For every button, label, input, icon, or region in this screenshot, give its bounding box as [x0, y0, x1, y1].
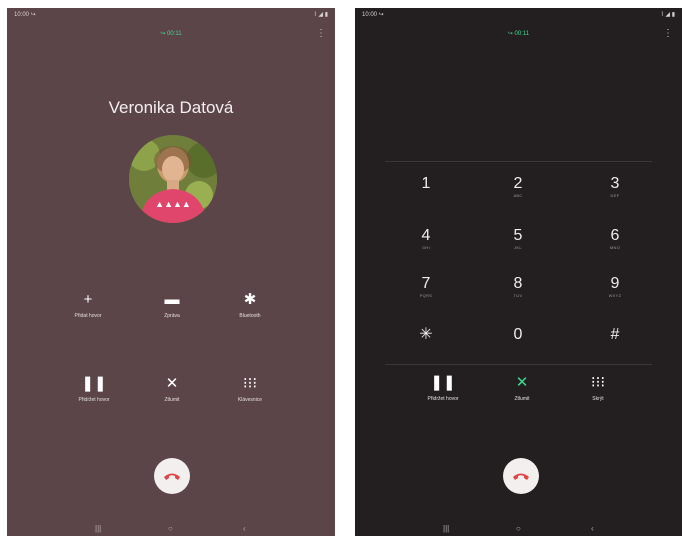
plus-icon: + [83, 291, 93, 308]
hide-keypad-button[interactable]: ⁝⁝⁝ Skrýt [563, 374, 633, 403]
hold-call-label: Přidržet hovor [427, 396, 459, 402]
keypad-top-divider [385, 161, 652, 162]
key-star[interactable]: ✳ [396, 326, 456, 350]
hold-call-label: Přidržet hovor [78, 397, 110, 403]
key-1[interactable]: 1 [396, 175, 456, 199]
in-call-screen: 10:00 ↪ ⌇ ◢ ▮ ↪ 00:11 ⋮ Veronika Datová … [7, 8, 335, 536]
key-8[interactable]: 8 TUV [488, 275, 548, 299]
keypad-icon: ⁝⁝⁝ [242, 375, 258, 392]
home-icon[interactable]: ○ [516, 524, 521, 533]
key-3[interactable]: 3 DEF [585, 175, 645, 199]
recents-icon[interactable]: ||| [95, 524, 101, 533]
more-options-icon[interactable]: ⋮ [663, 29, 673, 39]
end-call-button[interactable] [503, 458, 539, 494]
key-digit: 5 [513, 227, 523, 244]
status-bar: 10:00 ↪ ⌇ ◢ ▮ [7, 8, 335, 22]
key-0[interactable]: 0 [488, 326, 548, 350]
key-letters [585, 344, 645, 350]
key-digit: 6 [610, 227, 620, 244]
add-call-button[interactable]: + Přidat hovor [53, 291, 123, 320]
key-letters: DEF [610, 193, 620, 198]
back-icon[interactable]: ‹ [243, 524, 246, 533]
key-7[interactable]: 7 PQRS [396, 275, 456, 299]
bluetooth-icon: ✱ [243, 291, 257, 308]
keypad-bottom-divider [385, 364, 652, 365]
key-letters [488, 344, 548, 350]
key-letters: WXYZ [608, 293, 622, 298]
mic-off-icon: ✕ [515, 374, 529, 391]
message-button[interactable]: ▬ Zpráva [137, 291, 207, 320]
home-icon[interactable]: ○ [168, 524, 173, 533]
contact-name: Veronika Datová [108, 98, 234, 117]
call-timer: ↪ 00:11 [160, 31, 182, 37]
key-letters: PQRS [419, 293, 433, 298]
key-hash[interactable]: # [585, 326, 645, 350]
call-timer: ↪ 00:11 [507, 31, 530, 37]
more-options-icon[interactable]: ⋮ [316, 29, 326, 39]
pause-icon: ❚❚ [81, 375, 107, 392]
key-letters: JKL [514, 245, 522, 250]
bluetooth-button[interactable]: ✱ Bluetooth [215, 291, 285, 320]
avatar: ▲▲▲▲ [129, 135, 217, 223]
key-9[interactable]: 9 WXYZ [585, 275, 645, 299]
back-icon[interactable]: ‹ [591, 524, 594, 533]
keypad-button[interactable]: ⁝⁝⁝ Klávesnice [215, 375, 285, 404]
status-bar: 10:00 ↪ ⌇ ◢ ▮ [355, 8, 682, 22]
key-digit: 7 [421, 275, 431, 292]
keypad-screen: 10:00 ↪ ⌇ ◢ ▮ ↪ 00:11 ⋮ 1 2 ABC 3 DEF 4 GHI… [355, 8, 682, 536]
mute-label: Ztlumit [514, 396, 530, 402]
add-call-label: Přidat hovor [74, 313, 102, 319]
key-letters [396, 193, 456, 199]
key-4[interactable]: 4 GHI [396, 227, 456, 251]
message-label: Zpráva [164, 313, 180, 319]
pause-icon: ❚❚ [430, 374, 456, 391]
end-call-button[interactable] [154, 458, 190, 494]
hold-call-button[interactable]: ❚❚ Přidržet hovor [59, 375, 129, 404]
key-6[interactable]: 6 MNO [585, 227, 645, 251]
message-icon: ▬ [164, 291, 180, 308]
mute-button[interactable]: ✕ Ztlumit [487, 374, 557, 403]
key-digit: 4 [421, 227, 431, 244]
key-digit: 9 [610, 275, 620, 292]
key-letters: MNO [609, 245, 621, 250]
key-digit: 3 [610, 175, 620, 192]
key-letters: TUV [513, 293, 523, 298]
key-digit: ✳ [419, 326, 433, 343]
key-digit: 2 [513, 175, 523, 192]
key-digit: 8 [513, 275, 523, 292]
hold-call-button[interactable]: ❚❚ Přidržet hovor [408, 374, 478, 403]
status-icons: ⌇ ◢ ▮ [660, 12, 675, 18]
status-time: 10:00 ↪ [362, 12, 384, 18]
bluetooth-label: Bluetooth [239, 313, 261, 319]
recents-icon[interactable]: ||| [443, 524, 449, 533]
hide-keypad-label: Skrýt [592, 396, 604, 402]
keypad-icon: ⁝⁝⁝ [590, 374, 606, 391]
end-call-icon [513, 473, 529, 480]
mute-label: Ztlumit [164, 397, 180, 403]
status-time: 10:00 ↪ [14, 12, 36, 18]
mic-off-icon: ✕ [165, 375, 179, 392]
key-letters: GHI [421, 245, 430, 250]
key-5[interactable]: 5 JKL [488, 227, 548, 251]
key-2[interactable]: 2 ABC [488, 175, 548, 199]
svg-text:▲▲▲▲: ▲▲▲▲ [155, 199, 191, 209]
key-digit: 0 [513, 326, 523, 343]
status-icons: ⌇ ◢ ▮ [313, 12, 328, 18]
keypad-label: Klávesnice [237, 397, 263, 403]
mute-button[interactable]: ✕ Ztlumit [137, 375, 207, 404]
end-call-icon [164, 473, 180, 480]
key-letters [396, 344, 456, 350]
key-digit: # [610, 326, 620, 343]
key-letters: ABC [513, 193, 523, 198]
key-digit: 1 [421, 175, 431, 192]
